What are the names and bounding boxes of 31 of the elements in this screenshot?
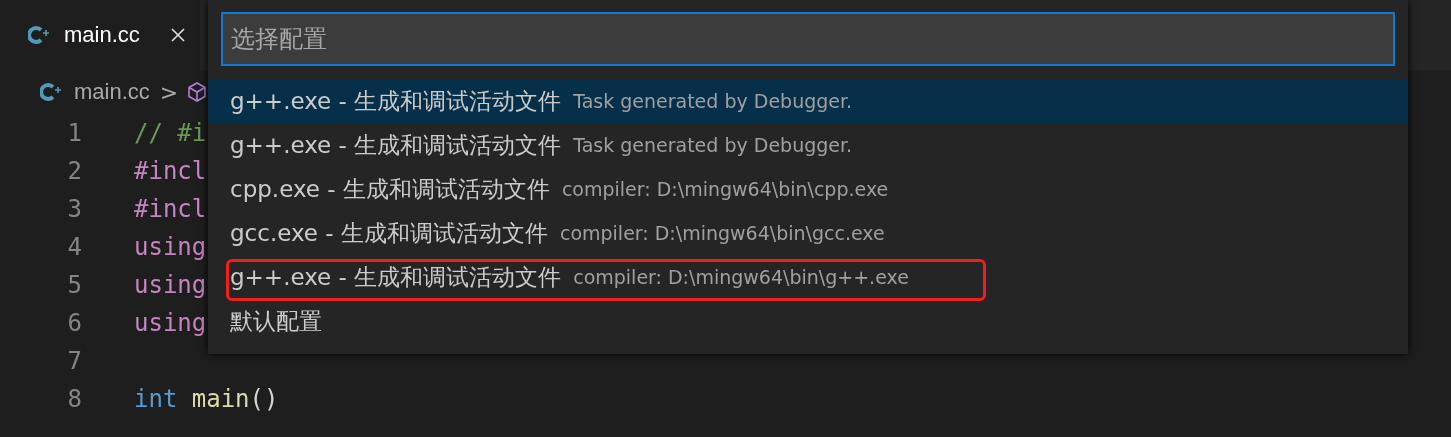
line-number: 5: [66, 271, 82, 299]
list-item[interactable]: gcc.exe - 生成和调试活动文件 compiler: D:\mingw64\bin\gcc.exe: [208, 211, 1408, 255]
list-item[interactable]: 默认配置: [208, 299, 1408, 343]
line-number: 1: [66, 119, 82, 147]
line-number: 7: [66, 347, 82, 375]
line-number: 3: [66, 195, 82, 223]
line-number: 2: [66, 157, 82, 185]
cube-icon: [188, 81, 207, 103]
cpp-file-icon: [40, 82, 64, 102]
code-token: // #i: [134, 119, 207, 147]
code-token: (): [249, 385, 279, 413]
list-item[interactable]: cpp.exe - 生成和调试活动文件 compiler: D:\mingw64\bin\cpp.exe: [208, 167, 1408, 211]
code-token: int: [134, 385, 178, 413]
code-token: #incl: [134, 195, 207, 223]
code-token: using: [134, 271, 207, 299]
list-item[interactable]: g++.exe - 生成和调试活动文件 Task generated by Debugger.: [208, 123, 1408, 167]
breadcrumb-item[interactable]: main.cc: [74, 79, 150, 105]
code-token: main: [191, 385, 250, 413]
code-token: using: [134, 233, 207, 261]
breadcrumb-separator: >: [159, 79, 179, 105]
editor-tab[interactable]: main.cc: [0, 0, 200, 70]
line-number: 4: [66, 233, 82, 261]
search-field[interactable]: 选择配置: [221, 12, 1395, 66]
code-token: #incl: [134, 157, 207, 185]
close-icon[interactable]: [170, 27, 186, 43]
line-number: 6: [66, 309, 82, 337]
cpp-file-icon: [28, 25, 52, 45]
code-token: using: [134, 309, 207, 337]
list-item[interactable]: g++.exe - 生成和调试活动文件 Task generated by Debugger.: [208, 79, 1408, 123]
line-number: 8: [66, 385, 82, 413]
list-item[interactable]: g++.exe - 生成和调试活动文件 compiler: D:\mingw64\bin\g++.exe: [208, 255, 1408, 299]
